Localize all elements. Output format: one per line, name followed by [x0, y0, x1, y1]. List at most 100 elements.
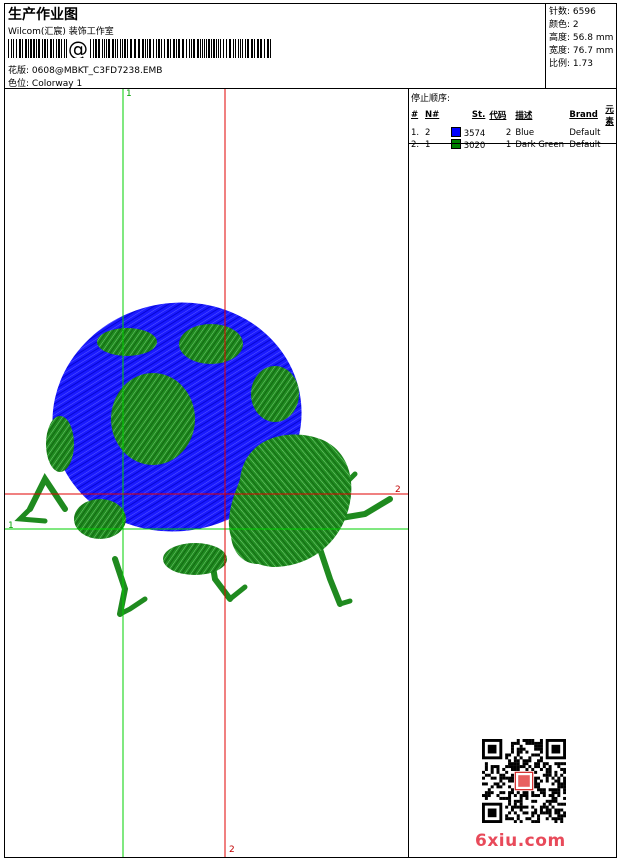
qr-module [551, 791, 555, 795]
qr-module [563, 762, 566, 766]
qr-module [539, 791, 543, 795]
qr-module [525, 767, 529, 771]
qr-module [537, 741, 541, 745]
qr-module [557, 791, 561, 795]
barcode-bar [206, 39, 207, 58]
stat-width: 宽度: 76.7 mm [549, 46, 614, 56]
qr-module [551, 776, 555, 780]
qr-module [531, 811, 535, 815]
barcode-bar [28, 39, 29, 58]
qr-module [499, 779, 503, 783]
qr-module [560, 762, 564, 766]
qr-module [510, 817, 514, 821]
barcode-bar [115, 39, 116, 58]
barcode-bar [153, 39, 154, 58]
barcode-bar [11, 39, 12, 58]
barcode-bar [138, 39, 140, 58]
qr-module [560, 782, 564, 786]
qr-module [528, 756, 532, 760]
qr-module [531, 767, 535, 771]
qr-module [539, 779, 543, 783]
qr-module [554, 820, 558, 823]
qr-module [484, 773, 488, 777]
qr-module [539, 756, 543, 760]
qr-module [516, 741, 520, 745]
qr-module [508, 811, 512, 815]
qr-module [528, 817, 532, 821]
barcode-bar [50, 39, 52, 58]
color-swatch [451, 127, 461, 137]
colorway-label: 色位: [8, 79, 30, 89]
qr-module [560, 808, 564, 812]
qr-module [563, 788, 566, 792]
qr-module [537, 794, 541, 798]
qr-module [484, 796, 488, 800]
qr-module [528, 741, 532, 745]
qr-module [545, 808, 549, 812]
qr-module [548, 808, 552, 812]
barcode-bar [108, 39, 110, 58]
qr-module [557, 776, 561, 780]
qr-module [551, 794, 555, 798]
guide-label-red-bottom: 2 [229, 845, 235, 855]
barcode-bar [204, 39, 205, 58]
qr-module [534, 762, 538, 766]
qr-module [534, 776, 538, 780]
qr-module [510, 788, 514, 792]
barcode-bar [98, 39, 100, 58]
barcode-bar [56, 39, 57, 58]
qr-module [519, 750, 523, 754]
qr-module [551, 799, 555, 803]
barcode-bar [13, 39, 14, 58]
qr-module [505, 805, 509, 809]
qr-module [490, 791, 494, 795]
qr-module [510, 747, 514, 751]
qr-module [510, 773, 514, 777]
qr-module [548, 814, 552, 818]
qr-module [519, 802, 523, 806]
qr-module [545, 776, 549, 780]
qr-module [519, 796, 523, 800]
colorway: 色位: Colorway 1 [8, 76, 82, 89]
qr-module [557, 814, 561, 818]
qr-module [545, 805, 549, 809]
qr-module [557, 794, 561, 798]
qr-module [516, 759, 520, 763]
qr-module [548, 767, 552, 771]
qr-module [522, 747, 526, 751]
design-label: 花版: [8, 66, 30, 76]
qr-module [487, 794, 491, 798]
qr-module [542, 805, 546, 809]
barcode-bar [61, 39, 62, 58]
barcode-bar [104, 39, 105, 58]
qr-module [554, 799, 558, 803]
qr-module [505, 817, 509, 821]
qr-module [537, 776, 541, 780]
qr-module [522, 739, 526, 742]
barcode-bar [142, 39, 144, 58]
barcode-bar [134, 39, 136, 58]
barcode-bar [164, 39, 165, 58]
qr-module [513, 820, 517, 823]
qr-module [516, 817, 520, 821]
qr-module [531, 741, 535, 745]
qr-module [545, 770, 549, 774]
stat-scale: 比例: 1.73 [549, 59, 593, 69]
qr-module [522, 805, 526, 809]
barcode-bar [251, 39, 253, 58]
qr-module [502, 791, 506, 795]
barcode-bar [106, 39, 107, 58]
qr-module [528, 739, 532, 742]
qr-module [539, 808, 543, 812]
qr-module [508, 759, 512, 763]
qr-module [539, 759, 543, 763]
barcode-bar [117, 39, 118, 58]
qr-module [545, 762, 549, 766]
qr-module [548, 765, 552, 769]
barcode-bar [53, 39, 54, 58]
qr-module [537, 759, 541, 763]
qr-module [508, 802, 512, 806]
stat-stitches: 针数: 6596 [549, 7, 596, 17]
qr-module [545, 817, 549, 821]
qr-module [548, 811, 552, 815]
